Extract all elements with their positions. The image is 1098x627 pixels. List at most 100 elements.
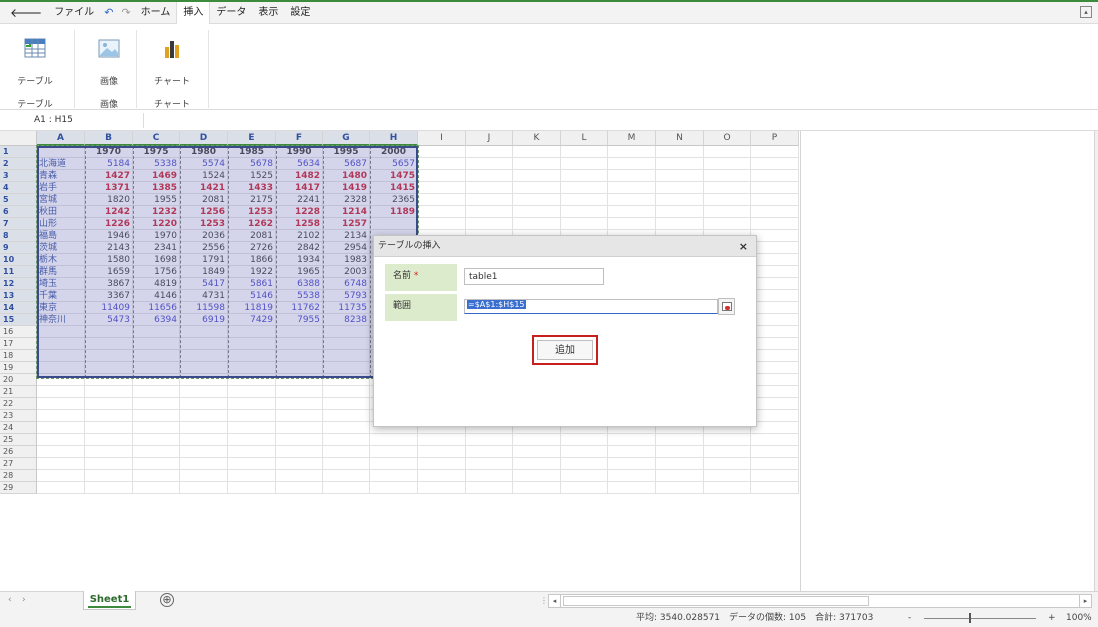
row-header[interactable]: 3 (0, 170, 37, 182)
cell[interactable] (370, 458, 418, 470)
table-row-label[interactable]: 青森 (37, 170, 85, 182)
cell[interactable] (370, 482, 418, 494)
cell[interactable] (37, 482, 85, 494)
table-value-cell[interactable]: 2003 (323, 266, 370, 278)
cell[interactable] (751, 338, 799, 350)
cell[interactable] (180, 470, 228, 482)
cell[interactable] (656, 194, 704, 206)
table-value-cell[interactable]: 1955 (133, 194, 180, 206)
table-value-cell[interactable]: 1262 (228, 218, 276, 230)
cell[interactable] (561, 146, 608, 158)
row-header[interactable]: 23 (0, 410, 37, 422)
cell[interactable] (704, 158, 751, 170)
table-value-cell[interactable]: 5657 (370, 158, 418, 170)
column-header[interactable]: K (513, 131, 561, 146)
insert-image-button[interactable]: 画像 画像 (84, 32, 134, 110)
cell[interactable] (751, 458, 799, 470)
cell[interactable] (133, 338, 180, 350)
cell[interactable] (751, 422, 799, 434)
prev-sheet-icon[interactable]: ‹ (8, 595, 12, 605)
table-value-cell[interactable]: 1226 (85, 218, 133, 230)
table-value-cell[interactable]: 1922 (228, 266, 276, 278)
table-value-cell[interactable]: 2365 (370, 194, 418, 206)
cell[interactable] (418, 470, 466, 482)
cell[interactable] (37, 362, 85, 374)
cell[interactable] (656, 482, 704, 494)
column-header[interactable]: B (85, 131, 133, 146)
table-value-cell[interactable]: 1253 (180, 218, 228, 230)
cell[interactable] (133, 386, 180, 398)
cell[interactable] (228, 374, 276, 386)
cell[interactable] (133, 398, 180, 410)
row-header[interactable]: 9 (0, 242, 37, 254)
cell[interactable] (704, 206, 751, 218)
cell[interactable] (466, 446, 513, 458)
table-value-cell[interactable]: 11656 (133, 302, 180, 314)
cell[interactable] (133, 326, 180, 338)
cell[interactable] (561, 218, 608, 230)
cell[interactable] (513, 482, 561, 494)
back-arrow-icon[interactable]: 🡐 (0, 2, 48, 24)
cell[interactable] (751, 230, 799, 242)
cell[interactable] (276, 470, 323, 482)
cell[interactable] (228, 470, 276, 482)
cell[interactable] (276, 434, 323, 446)
cell[interactable] (513, 158, 561, 170)
table-value-cell[interactable]: 1258 (276, 218, 323, 230)
cell[interactable] (704, 182, 751, 194)
cell[interactable] (561, 170, 608, 182)
add-sheet-icon[interactable]: ⊕ (160, 593, 174, 607)
cell[interactable] (656, 146, 704, 158)
table-value-cell[interactable]: 4731 (180, 290, 228, 302)
table-value-cell[interactable]: 1525 (228, 170, 276, 182)
table-value-cell[interactable]: 1232 (133, 206, 180, 218)
table-value-cell[interactable]: 2081 (228, 230, 276, 242)
cell[interactable] (37, 470, 85, 482)
cell[interactable] (608, 218, 656, 230)
cell[interactable] (180, 386, 228, 398)
table-value-cell[interactable] (370, 218, 418, 230)
cell[interactable] (751, 302, 799, 314)
cell[interactable] (323, 410, 370, 422)
cell[interactable] (418, 218, 466, 230)
horizontal-scrollbar[interactable]: ◂ ▸ (548, 594, 1092, 608)
table-value-cell[interactable]: 5184 (85, 158, 133, 170)
table-value-cell[interactable]: 1482 (276, 170, 323, 182)
row-header[interactable]: 4 (0, 182, 37, 194)
table-value-cell[interactable]: 1934 (276, 254, 323, 266)
table-value-cell[interactable]: 2842 (276, 242, 323, 254)
cell[interactable] (323, 398, 370, 410)
table-value-cell[interactable]: 7955 (276, 314, 323, 326)
table-value-cell[interactable]: 1419 (323, 182, 370, 194)
cell[interactable] (513, 146, 561, 158)
table-value-cell[interactable]: 1659 (85, 266, 133, 278)
table-value-cell[interactable]: 2556 (180, 242, 228, 254)
table-value-cell[interactable]: 1866 (228, 254, 276, 266)
cell[interactable] (276, 422, 323, 434)
cell[interactable] (85, 422, 133, 434)
table-header-cell[interactable]: 1970 (85, 146, 133, 158)
cell[interactable] (513, 218, 561, 230)
cell[interactable] (85, 446, 133, 458)
table-row-label[interactable]: 埼玉 (37, 278, 85, 290)
row-header[interactable]: 5 (0, 194, 37, 206)
cell[interactable] (323, 338, 370, 350)
cell[interactable] (608, 158, 656, 170)
cell[interactable] (180, 446, 228, 458)
cell[interactable] (751, 158, 799, 170)
column-header[interactable]: M (608, 131, 656, 146)
cell[interactable] (180, 422, 228, 434)
cell[interactable] (323, 446, 370, 458)
table-value-cell[interactable]: 2241 (276, 194, 323, 206)
cell[interactable] (418, 158, 466, 170)
cell[interactable] (180, 398, 228, 410)
pin-ribbon-icon[interactable]: ▴ (1080, 6, 1092, 18)
column-header[interactable]: H (370, 131, 418, 146)
table-value-cell[interactable]: 1421 (180, 182, 228, 194)
table-header-cell[interactable]: 1990 (276, 146, 323, 158)
cell[interactable] (370, 446, 418, 458)
cell[interactable] (751, 206, 799, 218)
table-value-cell[interactable]: 5146 (228, 290, 276, 302)
cell[interactable] (276, 326, 323, 338)
zoom-in-button[interactable]: + (1048, 610, 1056, 627)
